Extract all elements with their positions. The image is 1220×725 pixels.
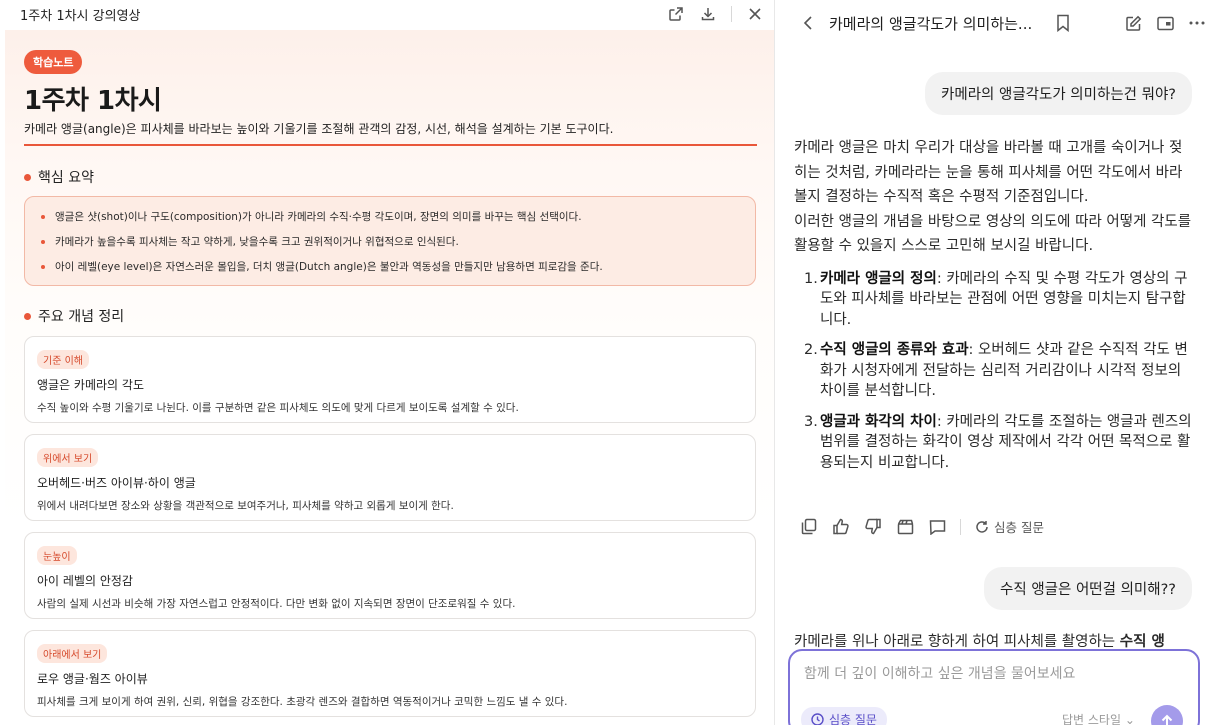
- answer-style-select[interactable]: 답변 스타일 ⌄: [1062, 711, 1135, 725]
- concepts-heading: 주요 개념 정리: [24, 306, 124, 326]
- streaming-answer-line: 카메라를 위나 아래로 향하게 하여 피사체를 촬영하는 수직 앵: [794, 630, 1165, 651]
- comment-icon[interactable]: [928, 518, 946, 536]
- summary-item: 앵글은 샷(shot)이나 구도(composition)가 아니라 카메라의 …: [41, 209, 739, 224]
- answer-list-item: 2. 수직 앵글의 종류와 효과: 오버헤드 샷과 같은 수직적 각도 변화가 …: [794, 340, 1194, 402]
- divider: [731, 6, 732, 22]
- summary-item: 카메라가 높을수록 피사체는 작고 약하게, 낮을수록 크고 권위적이거나 위협…: [41, 234, 739, 249]
- user-message: 수직 앵글은 어떤걸 의미해??: [984, 567, 1192, 610]
- concept-title: 오버헤드·버즈 아이뷰·하이 앵글: [37, 476, 196, 490]
- summary-item-text: 아이 레벨(eye level)은 자연스러운 몰입을, 더치 앵글(Dutch…: [55, 261, 603, 273]
- answer-list: 1. 카메라 앵글의 정의: 카메라의 수직 및 수평 각도가 영상의 구도와 …: [794, 269, 1194, 474]
- back-arrow-icon[interactable]: [799, 14, 817, 32]
- concept-card: 기준 이해 앵글은 카메라의 각도 수직 높이와 수평 기울기로 나뉜다. 이를…: [24, 336, 756, 423]
- study-note-panel: 1주차 1차시 강의영상 학습노트 1주차 1차시 카메라 앵글(angle)은…: [0, 0, 775, 725]
- bullet-dot: [41, 214, 45, 219]
- list-item-bold: 카메라 앵글의 정의: [820, 270, 937, 287]
- clapperboard-icon[interactable]: [896, 518, 914, 536]
- answer-paragraph: 카메라 앵글은 마치 우리가 대상을 바라볼 때 고개를 숙이거나 젖히는 것처…: [794, 140, 1183, 205]
- concept-desc: 피사체를 크게 보이게 하여 권위, 신뢰, 위협을 강조한다. 초광각 렌즈와…: [37, 696, 568, 708]
- concept-card: 눈높이 아이 레벨의 안정감 사람의 실제 시선과 비슷해 가장 자연스럽고 안…: [24, 532, 756, 619]
- deep-question-label: 심층 질문: [994, 520, 1044, 535]
- bullet-dot: [41, 264, 45, 269]
- side-panel-icon[interactable]: [1156, 14, 1174, 32]
- chat-header: 카메라의 앵글각도가 의미하는...: [775, 0, 1220, 46]
- list-number: 3.: [804, 413, 818, 430]
- list-number: 2.: [804, 342, 818, 358]
- chat-title: 카메라의 앵글각도가 의미하는...: [829, 14, 1033, 33]
- summary-heading: 핵심 요약: [24, 167, 94, 187]
- summary-item-text: 앵글은 샷(shot)이나 구도(composition)가 아니라 카메라의 …: [55, 211, 582, 223]
- bullet-dot: [24, 173, 31, 181]
- answer-list-item: 3. 앵글과 화각의 차이: 카메라의 각도를 조절하는 앵글과 렌즈의 범위를…: [794, 412, 1194, 474]
- accent-rule: [24, 144, 757, 146]
- summary-box: 앵글은 샷(shot)이나 구도(composition)가 아니라 카메라의 …: [24, 196, 756, 286]
- page-title: 1주차 1차시: [24, 86, 162, 116]
- summary-item: 아이 레벨(eye level)은 자연스러운 몰입을, 더치 앵글(Dutch…: [41, 259, 739, 274]
- list-number: 1.: [804, 270, 818, 287]
- edit-icon[interactable]: [1124, 14, 1142, 32]
- concept-tag: 아래에서 보기: [37, 644, 108, 663]
- divider: [960, 518, 961, 535]
- list-item-bold: 수직 앵글의 종류와 효과: [820, 342, 969, 358]
- deep-chip-label: 심층 질문: [829, 713, 877, 725]
- bookmark-icon[interactable]: [1054, 14, 1072, 32]
- concept-card: 위에서 보기 오버헤드·버즈 아이뷰·하이 앵글 위에서 내려다보면 장소와 상…: [24, 434, 756, 521]
- deep-question-button[interactable]: 심층 질문: [975, 517, 1044, 536]
- answer-style-label: 답변 스타일: [1062, 713, 1122, 725]
- user-message: 카메라의 앵글각도가 의미하는건 뭐야?: [925, 72, 1192, 115]
- concept-title: 로우 앵글·웜즈 아이뷰: [37, 672, 148, 686]
- summary-item-text: 카메라가 높을수록 피사체는 작고 약하게, 낮을수록 크고 권위적이거나 위협…: [55, 236, 459, 248]
- concepts-heading-label: 주요 개념 정리: [38, 309, 125, 325]
- close-icon[interactable]: [746, 5, 764, 23]
- chat-panel: 카메라의 앵글각도가 의미하는... 카메라의 앵글각도가 의미하는건 뭐야?: [775, 0, 1220, 725]
- concept-title: 앵글은 카메라의 각도: [37, 378, 144, 392]
- atom-icon: [811, 713, 824, 725]
- arrow-up-icon: [1161, 714, 1173, 725]
- answer-list-item: 1. 카메라 앵글의 정의: 카메라의 수직 및 수평 각도가 영상의 구도와 …: [794, 269, 1194, 331]
- concept-tag: 눈높이: [37, 546, 77, 565]
- deep-question-chip[interactable]: 심층 질문: [801, 707, 887, 725]
- lead-sentence: 카메라 앵글(angle)은 피사체를 바라보는 높이와 기울기를 조절해 관객…: [24, 122, 614, 136]
- bullet-dot: [41, 239, 45, 244]
- note-panel-header: 1주차 1차시 강의영상: [0, 0, 774, 28]
- message-actions: 심층 질문: [800, 517, 1044, 536]
- note-badge: 학습노트: [24, 50, 83, 74]
- copy-icon[interactable]: [800, 518, 818, 536]
- refresh-icon: [976, 520, 988, 533]
- concept-desc: 수직 높이와 수평 기울기로 나뉜다. 이를 구분하면 같은 피사체도 의도에 …: [37, 402, 519, 414]
- thumbs-down-icon[interactable]: [864, 518, 882, 536]
- concept-title: 아이 레벨의 안정감: [37, 574, 133, 588]
- window-title: 1주차 1차시 강의영상: [20, 8, 141, 24]
- message-composer[interactable]: 함께 더 깊이 이해하고 싶은 개념을 물어보세요 심층 질문 답변 스타일 ⌄: [788, 649, 1200, 725]
- answer-paragraph: 이러한 앵글의 개념을 바탕으로 영상의 의도에 따라 어떻게 각도를 활용할 …: [794, 213, 1192, 255]
- concept-tag: 기준 이해: [37, 350, 89, 369]
- answer-text: 카메라를 위나 아래로 향하게 하여 피사체를 촬영하는: [794, 634, 1120, 650]
- answer-bold: 수직 앵: [1119, 634, 1165, 650]
- more-icon[interactable]: [1188, 14, 1206, 32]
- chevron-down-icon: ⌄: [1124, 713, 1135, 725]
- send-button[interactable]: [1151, 705, 1183, 725]
- list-item-bold: 앵글과 화각의 차이: [820, 413, 937, 430]
- composer-placeholder[interactable]: 함께 더 깊이 이해하고 싶은 개념을 물어보세요: [804, 663, 1075, 683]
- open-external-icon[interactable]: [667, 5, 685, 23]
- concept-card: 아래에서 보기 로우 앵글·웜즈 아이뷰 피사체를 크게 보이게 하여 권위, …: [24, 630, 756, 717]
- concept-tag: 위에서 보기: [37, 448, 99, 467]
- thumbs-up-icon[interactable]: [832, 518, 850, 536]
- bullet-dot: [24, 312, 31, 320]
- note-content: 학습노트 1주차 1차시 카메라 앵글(angle)은 피사체를 바라보는 높이…: [5, 30, 774, 725]
- assistant-answer: 카메라 앵글은 마치 우리가 대상을 바라볼 때 고개를 숙이거나 젖히는 것처…: [794, 136, 1194, 483]
- app-root: 1주차 1차시 강의영상 학습노트 1주차 1차시 카메라 앵글(angle)은…: [0, 0, 1220, 725]
- summary-heading-label: 핵심 요약: [38, 170, 94, 186]
- download-icon[interactable]: [699, 5, 717, 23]
- concept-desc: 사람의 실제 시선과 비슷해 가장 자연스럽고 안정적이다. 다만 변화 없이 …: [37, 598, 516, 610]
- concept-desc: 위에서 내려다보면 장소와 상황을 객관적으로 보여주거나, 피사체를 약하고 …: [37, 500, 454, 512]
